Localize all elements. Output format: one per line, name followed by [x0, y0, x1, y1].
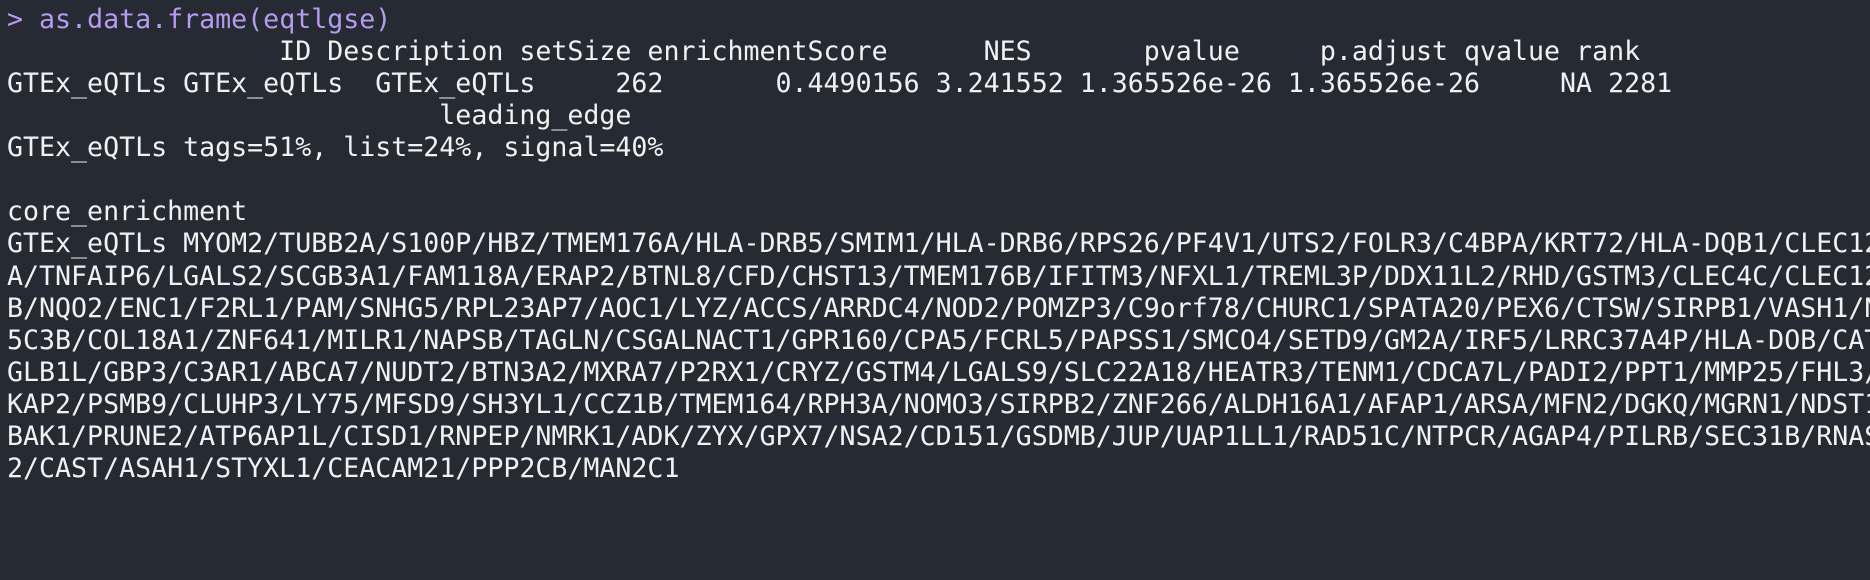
prompt-symbol: >	[7, 4, 24, 35]
command-text: as.data.frame(eqtlgse)	[39, 4, 392, 35]
leading-edge-row: GTEx_eQTLs tags=51%, list=24%, signal=40…	[7, 132, 664, 163]
r-console-output: > as.data.frame(eqtlgse) ID Description …	[0, 0, 1870, 580]
core-enrichment-line: 2/CAST/ASAH1/STYXL1/CEACAM21/PPP2CB/MAN2…	[7, 453, 680, 484]
